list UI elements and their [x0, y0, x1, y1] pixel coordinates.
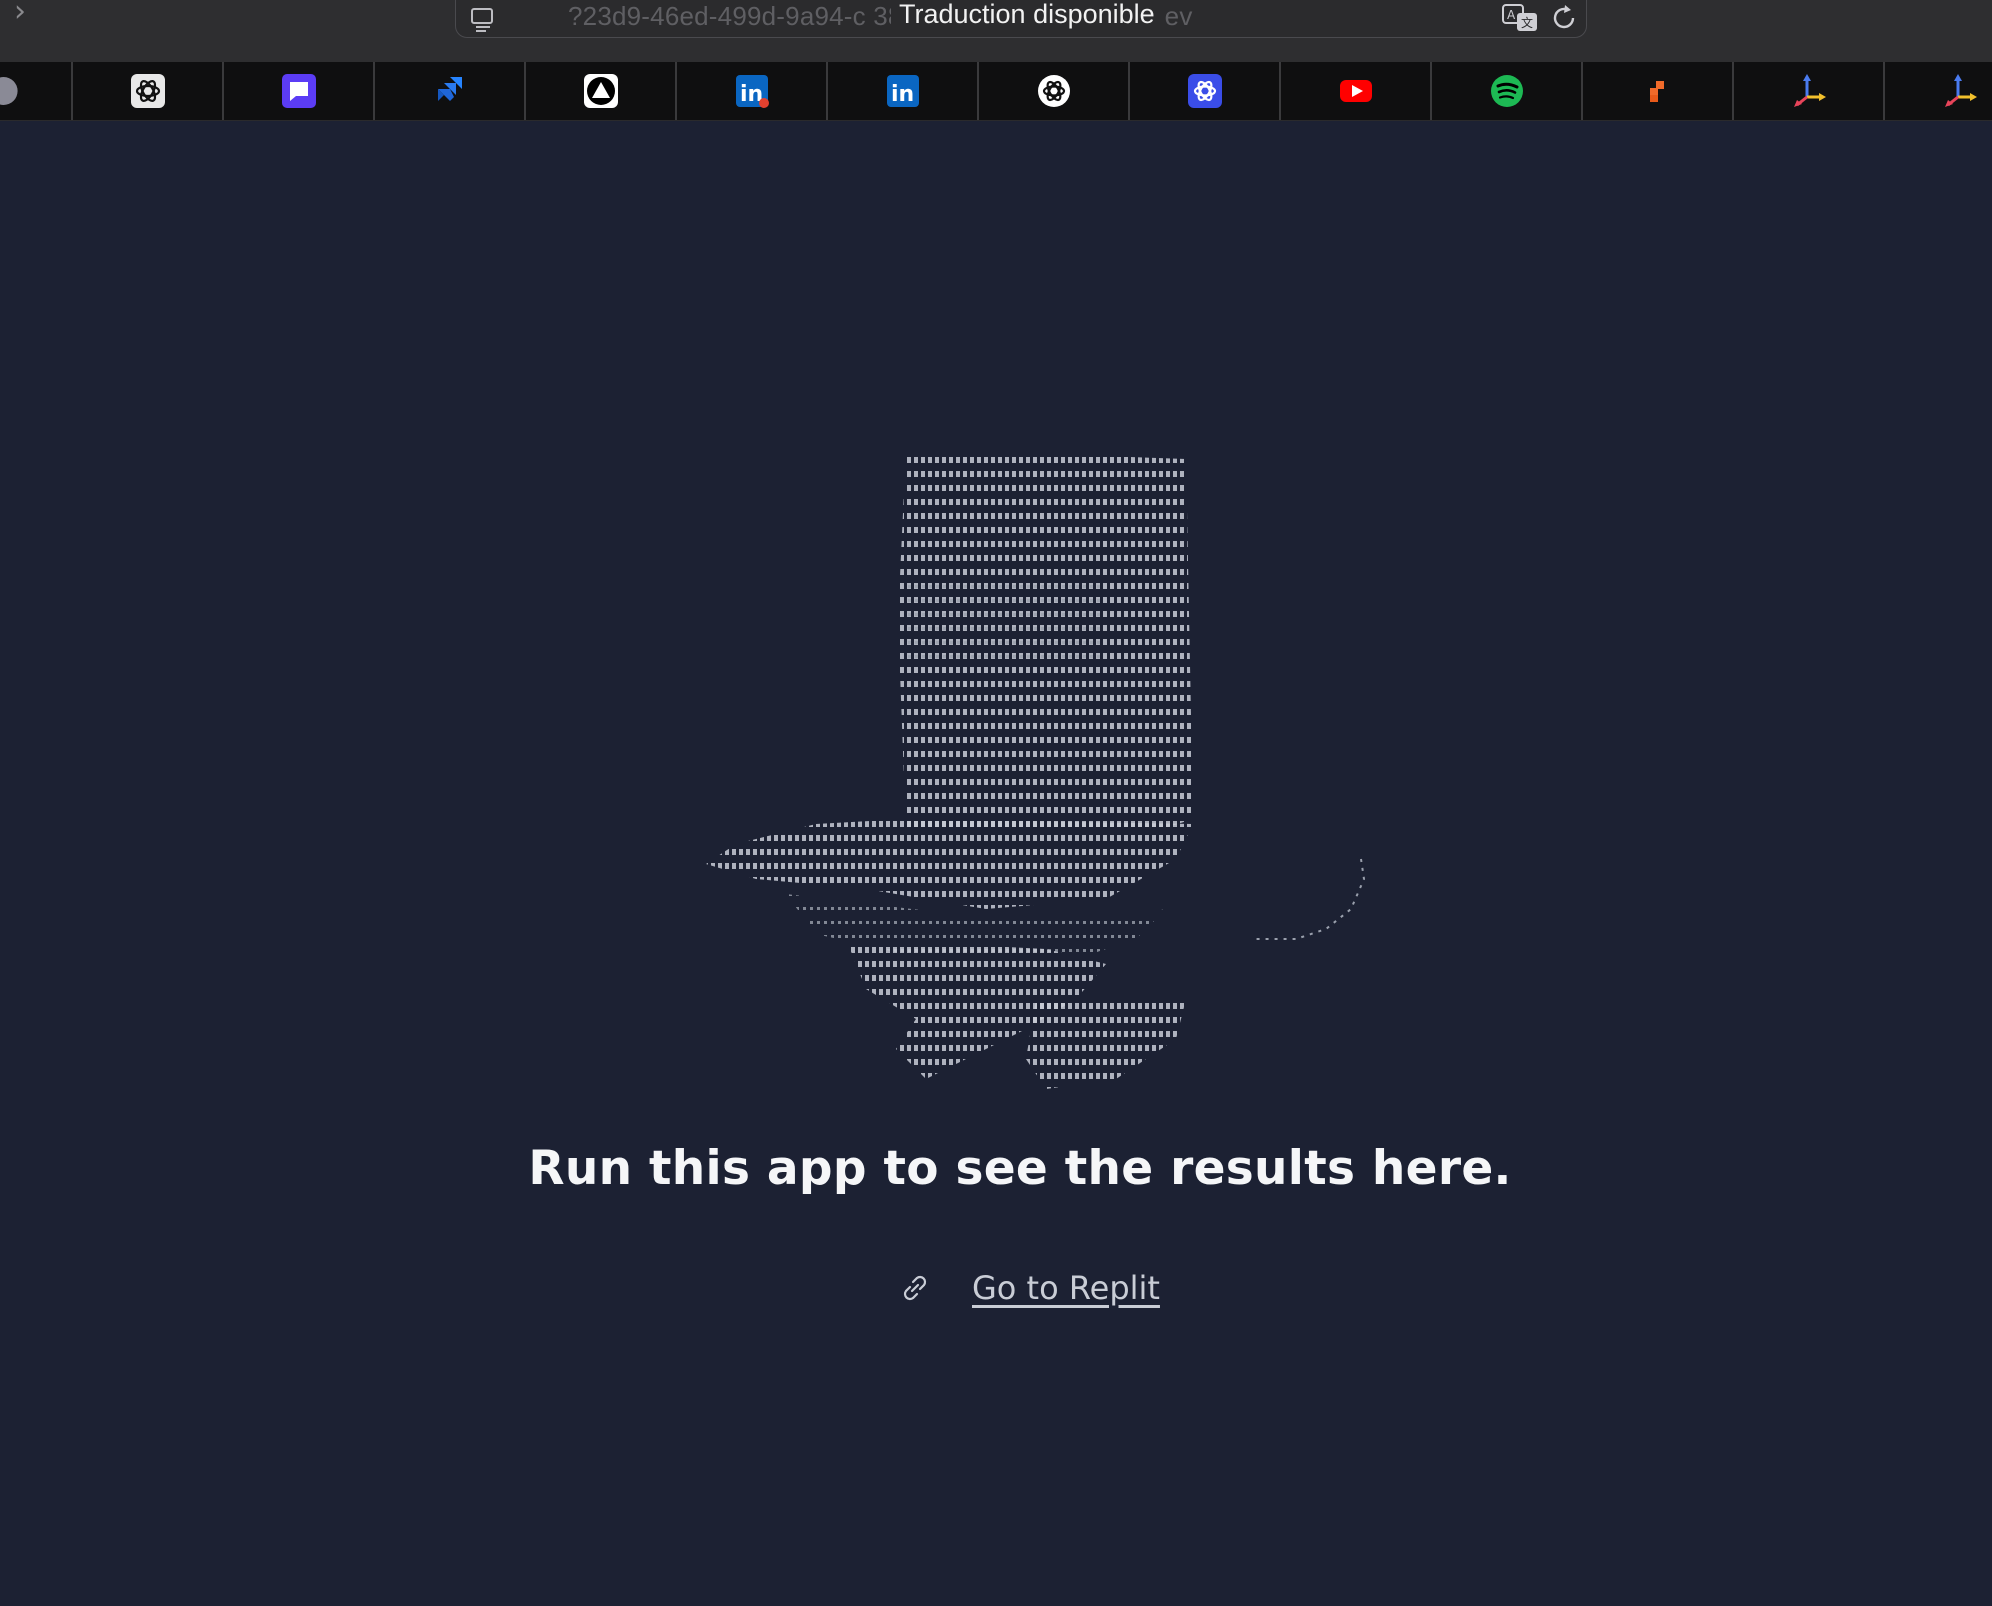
link-icon	[903, 1275, 927, 1301]
go-to-replit-label[interactable]: Go to Replit	[972, 1269, 1160, 1307]
spotify-icon	[1490, 75, 1523, 107]
favorite-openai-blue[interactable]	[1130, 62, 1281, 120]
chat-bubble-icon	[281, 74, 316, 108]
translation-tooltip: Traduction disponible	[891, 0, 1163, 32]
favorite-openai-white[interactable]	[979, 62, 1130, 120]
youtube-icon	[1339, 80, 1372, 102]
app-output-area: Run this app to see the results here. Go…	[0, 121, 1992, 1606]
favorite-chat-app[interactable]	[224, 62, 375, 120]
svg-text:in: in	[891, 82, 914, 107]
favorite-spotify[interactable]	[1432, 62, 1583, 120]
go-to-replit-link[interactable]: Go to Replit	[898, 1269, 1160, 1307]
favorite-triangle-app[interactable]	[526, 62, 677, 120]
favorites-bar: in in	[0, 62, 1992, 121]
triangle-icon	[583, 74, 618, 108]
svg-text:文: 文	[1521, 15, 1533, 30]
browser-toolbar: › ?23d9-46ed-499d-9a94-c 38j2e80ilth.spo…	[0, 0, 1992, 63]
linkedin-icon: in	[735, 75, 769, 108]
svg-text:A: A	[1507, 8, 1516, 22]
favorite-axes-app[interactable]	[1734, 62, 1885, 120]
openai-icon	[1037, 75, 1070, 107]
favorite-chatgpt[interactable]	[73, 62, 224, 120]
openai-icon	[1187, 74, 1222, 108]
reader-mode-icon[interactable]	[470, 7, 496, 33]
run-app-message: Run this app to see the results here.	[528, 1141, 1512, 1196]
openai-icon	[130, 74, 165, 108]
axes-icon	[1944, 74, 1977, 107]
translate-icon[interactable]: A 文	[1501, 3, 1541, 33]
address-bar[interactable]: ?23d9-46ed-499d-9a94-c 38j2e80ilth.spock…	[455, 0, 1587, 38]
axes-icon	[1793, 74, 1826, 107]
favorite-partial-tab[interactable]	[0, 62, 73, 120]
blocks-icon	[1649, 81, 1664, 102]
ascii-hat-icon	[706, 449, 1366, 1089]
favorite-jira[interactable]	[375, 62, 526, 120]
linkedin-icon: in	[886, 75, 919, 107]
back-chevron-icon[interactable]: ›	[14, 0, 44, 28]
favorite-youtube[interactable]	[1281, 62, 1432, 120]
favorite-axes-app-2[interactable]	[1885, 62, 1992, 120]
favorite-linkedin-notify[interactable]: in	[677, 62, 828, 120]
circle-icon	[0, 77, 18, 105]
jira-icon	[437, 77, 462, 101]
ascii-art-hat-illustration	[696, 439, 1386, 1199]
favorite-linkedin[interactable]: in	[828, 62, 979, 120]
favorite-orange-app[interactable]	[1583, 62, 1734, 120]
reload-icon[interactable]	[1549, 3, 1579, 33]
